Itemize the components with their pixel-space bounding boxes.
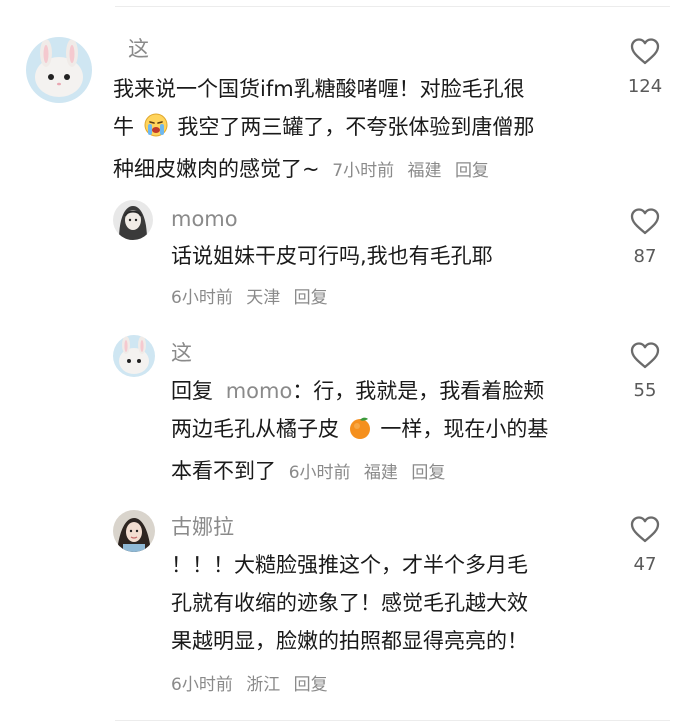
reply-button[interactable]: 回复 [411,463,445,483]
comment-line-end: 一样，现在小的基 [380,417,549,441]
comment-username[interactable]: 古娜拉 [171,514,234,540]
comment-meta: 6小时前 福建 回复 [289,463,454,483]
like-button[interactable]: 87 [610,206,680,268]
comment-line: 两边毛孔从橘子皮 一样，现在小的基 [171,410,548,452]
comment-line-end: 我空了两三罐了，不夸张体验到唐僧那 [177,115,535,139]
comment-line-start: 两边毛孔从橘子皮 [171,417,339,441]
comment-location: 天津 [246,288,281,308]
comment-line: 牛 我空了两三罐了，不夸张体验到唐僧那 [113,108,534,150]
comment-line: 话说姐妹干皮可行吗,我也有毛孔耶 [171,244,493,268]
comment-body: 话说姐妹干皮可行吗,我也有毛孔耶 [171,237,493,275]
comment-line-text: ：行，我就是，我看着脸颊 [292,379,545,403]
comment-line: 孔就有收缩的迹象了！感觉毛孔越大效 [171,591,528,615]
comment-username[interactable]: 这 [128,36,149,62]
comment-time: 6小时前 [171,675,233,695]
avatar[interactable] [113,335,155,377]
comment-line: 本看不到了 6小时前 福建 回复 [171,452,548,492]
comment-body: 我来说一个国货ifm乳糖酸啫喱！对脸毛孔很 牛 我空了两三罐了，不夸张体验到唐僧… [113,70,534,190]
heart-outline-icon [630,516,660,543]
comment-location: 福建 [407,161,442,181]
reply-button[interactable]: 回复 [294,675,328,695]
avatar[interactable] [113,200,153,240]
tangerine-emoji [348,414,372,452]
comment-time: 7小时前 [332,161,395,181]
heart-outline-icon [630,38,660,65]
comment-line: 我来说一个国货ifm乳糖酸啫喱！对脸毛孔很 [113,77,525,101]
comment-line: 回复 momo：行，我就是，我看着脸颊 [171,372,548,410]
like-button[interactable]: 47 [610,514,680,576]
heart-outline-icon [630,208,660,235]
comment-username[interactable]: momo [171,206,238,232]
like-count: 124 [627,76,663,97]
mention-link[interactable]: momo [226,379,293,403]
comment-meta: 7小时前 福建 回复 [332,161,497,181]
comment-time: 6小时前 [288,463,351,483]
comment-username[interactable]: 这 [171,340,192,366]
heart-outline-icon [630,342,660,369]
comment-line: 果越明显，脸嫩的拍照都显得亮亮的！ [171,629,528,653]
comment-time: 6小时前 [171,288,233,308]
reply-prefix: 回复 [171,379,213,403]
comment-line-text: 本看不到了 [171,459,276,483]
like-count: 47 [633,554,657,575]
like-button[interactable]: 124 [610,36,680,98]
avatar[interactable] [113,510,155,552]
comment-line-text: 种细皮嫩肉的感觉了~ [113,157,320,181]
comment-body: ！！！大糙脸强推这个，才半个多月毛 孔就有收缩的迹象了！感觉毛孔越大效 果越明显… [171,546,528,660]
like-count: 55 [633,380,657,401]
comment-body: 回复 momo：行，我就是，我看着脸颊 两边毛孔从橘子皮 一样，现在小的基 本看… [171,372,548,492]
avatar[interactable] [26,37,92,103]
reply-button[interactable]: 回复 [455,161,489,181]
top-divider [115,6,670,7]
comment-line: 种细皮嫩肉的感觉了~ 7小时前 福建 回复 [113,150,534,190]
comment-meta: 6小时前 浙江 回复 [171,673,336,697]
crying-face-emoji [143,112,169,150]
comment-location: 浙江 [246,675,281,695]
comment-line-start: 牛 [113,115,134,139]
comment-location: 福建 [363,463,398,483]
comment-line: ！！！大糙脸强推这个，才半个多月毛 [171,553,528,577]
reply-button[interactable]: 回复 [294,288,328,308]
like-count: 87 [633,246,657,267]
comment-meta: 6小时前 天津 回复 [171,286,336,310]
like-button[interactable]: 55 [610,340,680,402]
bottom-divider [115,720,670,721]
